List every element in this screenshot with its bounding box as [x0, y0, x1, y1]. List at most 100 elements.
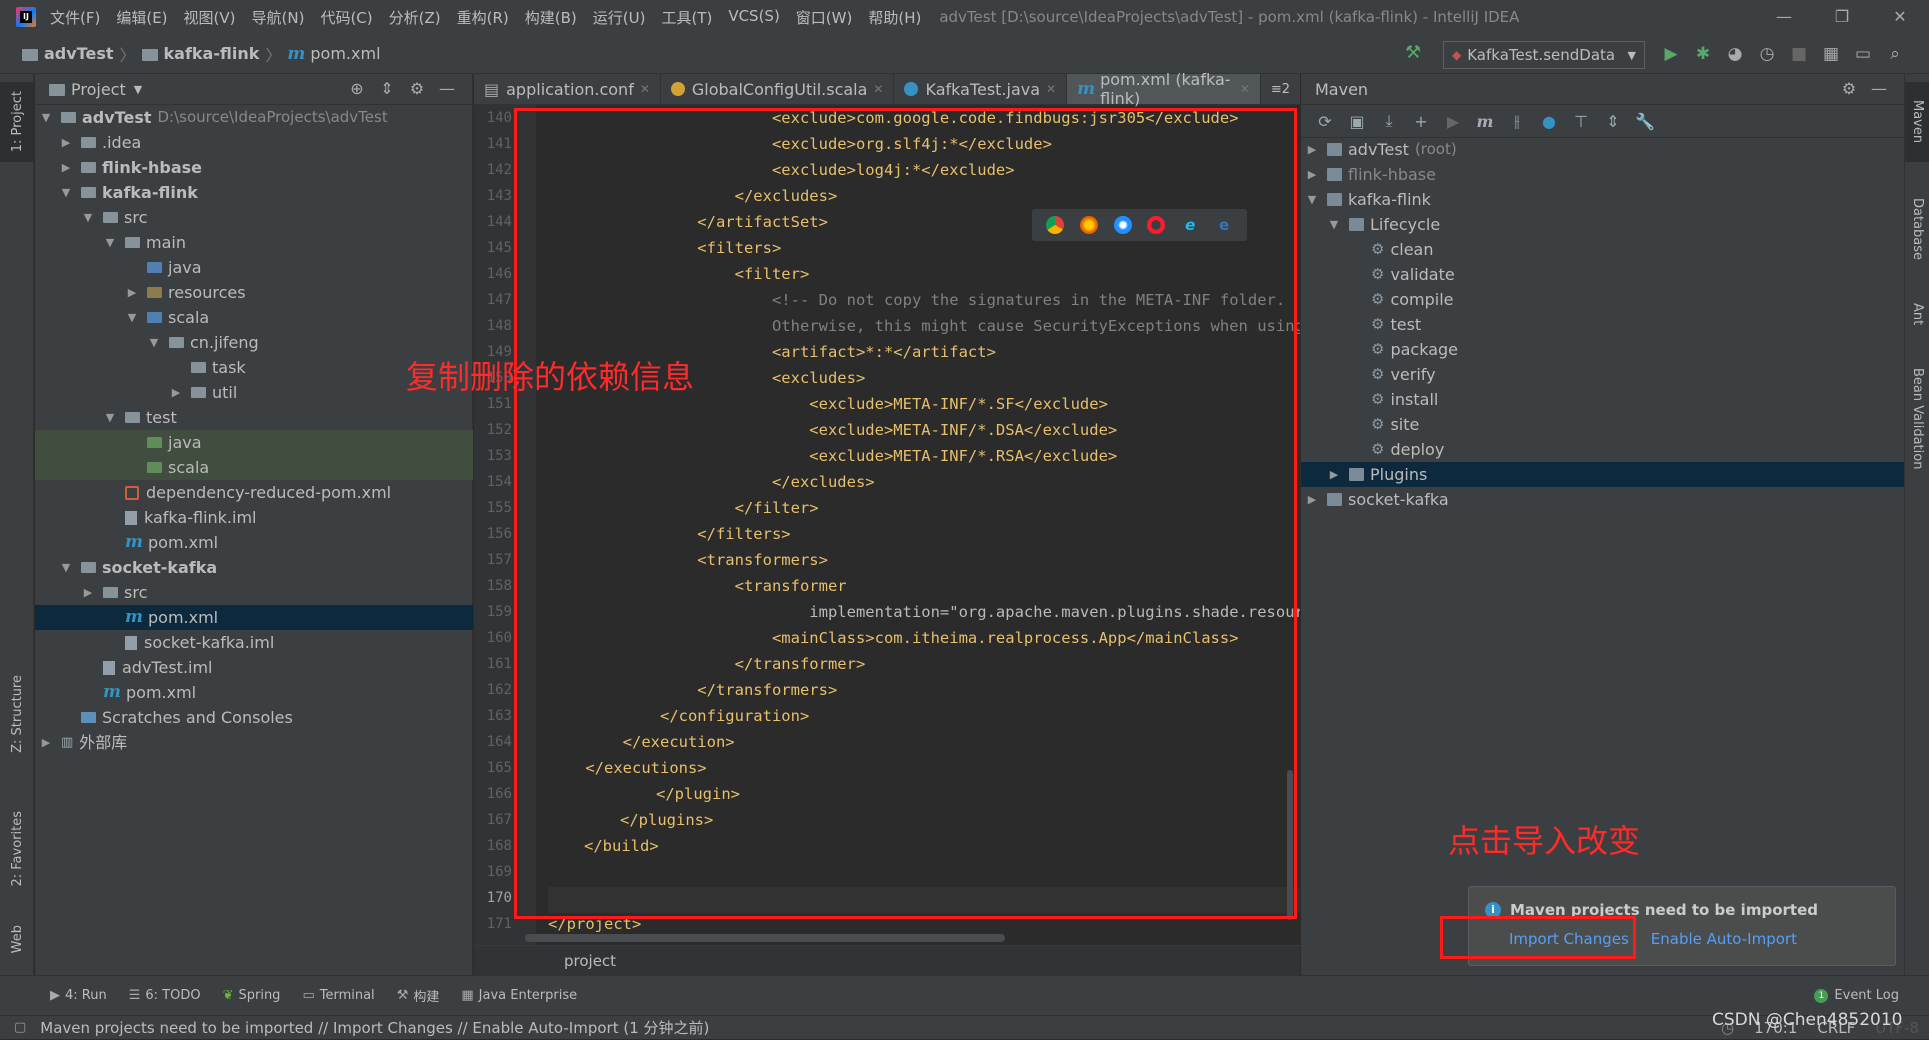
tree-item-test-java[interactable]: java [35, 430, 473, 455]
locate-icon[interactable]: ⊕ [342, 74, 372, 104]
tool-spring[interactable]: ❦ Spring [223, 988, 281, 1003]
tree-item-socket-kafka[interactable]: ▼ socket-kafka [35, 555, 473, 580]
tree-item-socket-kafka-iml[interactable]: socket-kafka.iml [35, 630, 473, 655]
chevron-down-icon[interactable]: ▼ [81, 205, 95, 230]
hide-icon[interactable]: — [1864, 74, 1894, 104]
build-hammer-icon[interactable]: ⚒ [1405, 42, 1421, 63]
chevron-down-icon[interactable]: ▼ [39, 105, 53, 130]
tab-ant[interactable]: Ant [1905, 284, 1929, 344]
tree-item-java[interactable]: java [35, 255, 473, 280]
tab-pom-kafka-flink[interactable]: m pom.xml (kafka-flink) ✕ [1067, 70, 1261, 108]
project-view-select[interactable]: Project [71, 80, 126, 99]
chevron-right-icon[interactable]: ▶ [1327, 462, 1341, 487]
project-structure-icon[interactable]: ▦ [1815, 38, 1847, 70]
tab-overflow[interactable]: ≡2 [1261, 74, 1300, 104]
tree-item-socket-src[interactable]: ▶ src [35, 580, 473, 605]
chevron-right-icon[interactable]: ▶ [81, 580, 95, 605]
menu-edit[interactable]: 编辑(E) [108, 7, 175, 28]
tool-java-enterprise[interactable]: ▦ Java Enterprise [461, 988, 577, 1003]
status-toggle-icon[interactable]: ▢ [14, 1020, 26, 1035]
tool-todo[interactable]: ☰ 6: TODO [129, 988, 201, 1003]
tab-application-conf[interactable]: ▤ application.conf ✕ [474, 74, 661, 104]
reimport-icon[interactable]: ⟳ [1309, 112, 1341, 131]
maven-goal-icon[interactable]: m [1469, 112, 1501, 131]
crumb-kafka-flink[interactable]: kafka-flink [164, 44, 260, 63]
generate-sources-icon[interactable]: ▣ [1341, 112, 1373, 131]
maven-item-socket-kafka[interactable]: ▶ socket-kafka [1301, 487, 1904, 512]
tree-item-external-libraries[interactable]: ▶ ▥ 外部库 [35, 730, 473, 755]
close-tab-icon[interactable]: ✕ [640, 82, 650, 96]
tree-item-kafka-flink-iml[interactable]: kafka-flink.iml [35, 505, 473, 530]
maven-item-advtest[interactable]: ▶ advTest (root) [1301, 137, 1904, 162]
crumb-pom[interactable]: pom.xml [310, 44, 380, 63]
menu-window[interactable]: 窗口(W) [788, 7, 861, 28]
wrench-icon[interactable]: 🔧 [1629, 112, 1661, 131]
tree-item-main[interactable]: ▼ main [35, 230, 473, 255]
menu-view[interactable]: 视图(V) [176, 7, 244, 28]
maven-item-plugins[interactable]: ▶ Plugins [1301, 462, 1904, 487]
layout-icon[interactable]: ▭ [1847, 38, 1879, 70]
tab-kafkatest[interactable]: KafkaTest.java ✕ [894, 74, 1068, 104]
debug-icon[interactable]: ✱ [1687, 38, 1719, 70]
chevron-right-icon[interactable]: ▶ [59, 130, 73, 155]
menu-build[interactable]: 构建(B) [517, 7, 585, 28]
tool-terminal[interactable]: ▭ Terminal [302, 988, 374, 1003]
tool-event-log[interactable]: 1 Event Log [1814, 988, 1899, 1003]
menu-refactor[interactable]: 重构(R) [449, 7, 517, 28]
menu-run[interactable]: 运行(U) [585, 7, 654, 28]
chevron-right-icon[interactable]: ▶ [59, 155, 73, 180]
tab-maven[interactable]: Maven [1905, 82, 1929, 162]
maven-goal-test[interactable]: ⚙ test [1301, 312, 1904, 337]
chevron-down-icon[interactable]: ▼ [103, 405, 117, 430]
coverage-icon[interactable]: ◕ [1719, 38, 1751, 70]
hide-icon[interactable]: — [432, 74, 462, 104]
tree-item-scala[interactable]: ▼ scala [35, 305, 473, 330]
tree-item-test-scala[interactable]: scala [35, 455, 473, 480]
menu-analyze[interactable]: 分析(Z) [381, 7, 449, 28]
chevron-down-icon[interactable]: ▼ [134, 83, 142, 96]
tab-favorites[interactable]: 2: Favorites [0, 794, 34, 904]
tree-item-kafka-flink-pom[interactable]: m pom.xml [35, 530, 473, 555]
run-maven-icon[interactable]: ▶ [1437, 112, 1469, 131]
menu-tools[interactable]: 工具(T) [653, 7, 720, 28]
tree-item-advtest-iml[interactable]: advTest.iml [35, 655, 473, 680]
chevron-down-icon[interactable]: ▼ [103, 230, 117, 255]
maven-item-kafka-flink[interactable]: ▼ kafka-flink [1301, 187, 1904, 212]
download-icon[interactable]: ⤓ [1373, 111, 1405, 131]
xml-breadcrumb-item[interactable]: project [564, 952, 616, 970]
add-icon[interactable]: + [1405, 112, 1437, 131]
tree-item-kafka-flink[interactable]: ▼ kafka-flink [35, 180, 473, 205]
close-tab-icon[interactable]: ✕ [1240, 82, 1250, 96]
horizontal-scrollbar[interactable] [525, 934, 1005, 942]
maven-goal-package[interactable]: ⚙ package [1301, 337, 1904, 362]
show-dependencies-icon[interactable]: ⊤ [1565, 112, 1597, 131]
close-icon[interactable]: ✕ [1871, 0, 1929, 34]
restore-icon[interactable]: ❐ [1813, 0, 1871, 34]
maven-item-lifecycle[interactable]: ▼ Lifecycle [1301, 212, 1904, 237]
chevron-right-icon[interactable]: ▶ [1305, 137, 1319, 162]
chevron-right-icon[interactable]: ▶ [169, 380, 183, 405]
tool-run[interactable]: ▶ 4: Run [50, 988, 107, 1003]
tab-database[interactable]: Database [1905, 174, 1929, 284]
collapse-all-icon[interactable]: ⇕ [1597, 112, 1629, 131]
status-message[interactable]: Maven projects need to be imported // Im… [40, 1017, 709, 1038]
profile-icon[interactable]: ◷ [1751, 38, 1783, 70]
chevron-down-icon[interactable]: ▼ [59, 555, 73, 580]
chevron-down-icon[interactable]: ▼ [125, 305, 139, 330]
collapse-all-icon[interactable]: ⇕ [372, 74, 402, 104]
tree-item-root-pom[interactable]: m pom.xml [35, 680, 473, 705]
close-tab-icon[interactable]: ✕ [1046, 82, 1056, 96]
search-icon[interactable]: ⌕ [1879, 38, 1911, 70]
tree-item-test[interactable]: ▼ test [35, 405, 473, 430]
crumb-advtest[interactable]: advTest [44, 44, 114, 63]
gear-icon[interactable]: ⚙ [402, 74, 432, 104]
tree-item-socket-pom[interactable]: m pom.xml [35, 605, 473, 630]
menu-code[interactable]: 代码(C) [312, 7, 380, 28]
tree-item-idea[interactable]: ▶ .idea [35, 130, 473, 155]
maven-goal-compile[interactable]: ⚙ compile [1301, 287, 1904, 312]
close-tab-icon[interactable]: ✕ [873, 82, 883, 96]
chevron-down-icon[interactable]: ▼ [59, 180, 73, 205]
chevron-right-icon[interactable]: ▶ [39, 730, 53, 755]
tab-web[interactable]: Web [0, 914, 34, 964]
maven-item-flink-hbase[interactable]: ▶ flink-hbase [1301, 162, 1904, 187]
